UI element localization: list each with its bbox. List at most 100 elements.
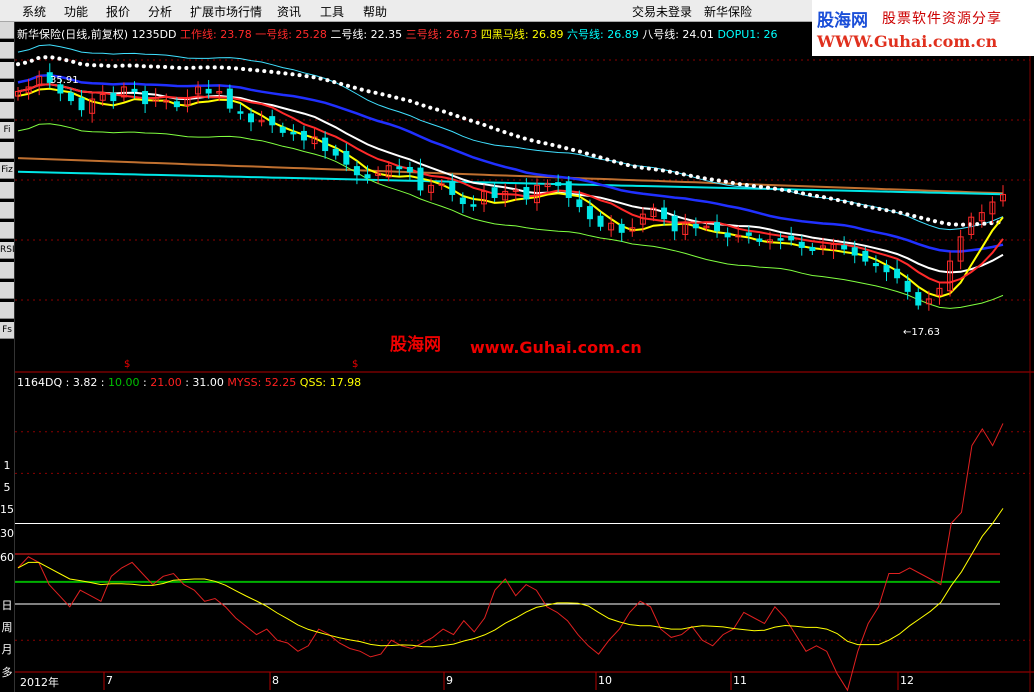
candle-body: [862, 250, 869, 262]
candle-body: [788, 235, 795, 241]
candle-body: [724, 232, 731, 238]
period-label[interactable]: 60: [0, 551, 14, 564]
sub-legend-item: 1164DQ : 3.82 :: [17, 376, 109, 389]
toolbar-tool-button[interactable]: [0, 222, 14, 239]
watermark-cn: 股海网: [390, 335, 441, 355]
menu-function[interactable]: 功能: [64, 3, 88, 20]
period-label[interactable]: 30: [0, 527, 14, 540]
toolbar-tool-button[interactable]: [0, 302, 14, 319]
toolbar-tool-button[interactable]: [0, 82, 14, 99]
candle-body: [915, 292, 922, 306]
sub-legend-item: 10.00: [108, 376, 144, 389]
candle-body: [565, 181, 572, 198]
period-label[interactable]: 5: [0, 481, 14, 494]
main-indicator-legend: 新华保险(日线,前复权) 1235DD 工作线: 23.78 一号线: 25.2…: [17, 26, 777, 42]
left-toolbar: Fi Fiz RSI Fs 1 5 15 30 60 日周月多: [0, 22, 15, 692]
sub-legend-item: 21.00: [150, 376, 186, 389]
candle-body: [555, 182, 562, 186]
toolbar-tool-button[interactable]: [0, 182, 14, 199]
candle-body: [491, 187, 498, 198]
candle-body: [459, 197, 466, 205]
candle-body: [671, 215, 678, 232]
ma-line-white: [17, 83, 1004, 274]
main-legend-item: 新华保险(日线,前复权) 1235DD: [17, 28, 181, 41]
period-label[interactable]: 15: [0, 503, 14, 516]
period-label[interactable]: 日: [0, 597, 14, 613]
trade-login-status[interactable]: 交易未登录: [632, 3, 692, 20]
toolbar-tool-button[interactable]: Fiz: [0, 162, 14, 179]
candle-body: [396, 166, 403, 170]
toolbar-tool-button[interactable]: [0, 22, 14, 39]
toolbar-tool-button[interactable]: [0, 62, 14, 79]
menu-help[interactable]: 帮助: [363, 3, 387, 20]
toolbar-tool-button[interactable]: [0, 142, 14, 159]
candle-body: [173, 101, 180, 108]
candle-body: [714, 222, 721, 232]
sub-legend-item: MYSS: 52.25: [227, 376, 300, 389]
date-label: 2012年: [20, 676, 59, 689]
toolbar-tool-button[interactable]: [0, 202, 14, 219]
date-label: 9: [446, 674, 453, 687]
candle-body: [586, 206, 593, 220]
main-legend-item: DOPU1: 26: [717, 28, 778, 41]
candle-body: [226, 88, 233, 109]
candle-body: [851, 247, 858, 256]
menu-system[interactable]: 系统: [22, 3, 46, 20]
date-label: 11: [733, 674, 747, 687]
stock-name: 新华保险: [704, 5, 753, 19]
candle-body: [322, 137, 329, 152]
candle-body: [798, 241, 805, 248]
candle-body: [343, 150, 350, 165]
candle-body: [809, 246, 816, 251]
period-label[interactable]: 多: [0, 664, 14, 680]
period-label[interactable]: 1: [0, 459, 14, 472]
toolbar-tool-button[interactable]: [0, 282, 14, 299]
menu-analysis[interactable]: 分析: [148, 3, 172, 20]
toolbar-tool-button[interactable]: Fi: [0, 122, 14, 139]
sub-legend-item: QSS: 17.98: [299, 376, 362, 389]
candle-body: [57, 84, 64, 94]
candle-body: [353, 166, 360, 176]
candle-body: [406, 167, 413, 173]
candle-body: [692, 223, 699, 229]
candle-body: [110, 92, 117, 102]
candle-body: [883, 265, 890, 273]
toolbar-tool-button[interactable]: [0, 42, 14, 59]
date-label: 12: [900, 674, 914, 687]
sub-legend-item: : 31.00: [185, 376, 228, 389]
candle-body: [904, 280, 911, 292]
main-legend-item: 四黑马线: 26.89: [480, 28, 568, 41]
watermark-url: www.Guhai.com.cn: [470, 338, 642, 357]
candle-body: [364, 174, 371, 179]
main-legend-item: 三号线: 26.73: [405, 28, 481, 41]
main-legend-item: 一号线: 25.28: [255, 28, 331, 41]
candle-body: [745, 232, 752, 236]
menu-extended-market[interactable]: 扩展市场行情: [190, 3, 262, 20]
menu-quote[interactable]: 报价: [106, 3, 130, 20]
period-label[interactable]: 月: [0, 641, 14, 657]
menu-tools[interactable]: 工具: [320, 3, 344, 20]
candle-body: [248, 113, 255, 123]
toolbar-tool-button[interactable]: [0, 262, 14, 279]
period-label[interactable]: 周: [0, 619, 14, 635]
toolbar-tool-button[interactable]: [0, 102, 14, 119]
candle-body: [142, 90, 149, 105]
date-label: 8: [272, 674, 279, 687]
candle-body: [756, 238, 763, 242]
ma-line-dotted: [16, 54, 1005, 227]
candle-body: [597, 215, 604, 227]
main-legend-item: 八号线: 24.01: [642, 28, 718, 41]
menu-news[interactable]: 资讯: [277, 3, 301, 20]
candle-body: [417, 167, 424, 191]
band-lower: [17, 123, 1004, 309]
dollar-marker: $: [124, 359, 131, 370]
candle-body: [470, 204, 477, 207]
myss-line: [17, 423, 1004, 692]
toolbar-tool-button[interactable]: RSI: [0, 242, 14, 259]
high-price-annotation: 35.91: [50, 75, 79, 86]
logo-brand: 股海网: [817, 11, 868, 31]
toolbar-tool-button[interactable]: Fs: [0, 322, 14, 339]
date-label: 7: [106, 674, 113, 687]
candle-body: [523, 186, 530, 200]
candle-body: [576, 199, 583, 208]
